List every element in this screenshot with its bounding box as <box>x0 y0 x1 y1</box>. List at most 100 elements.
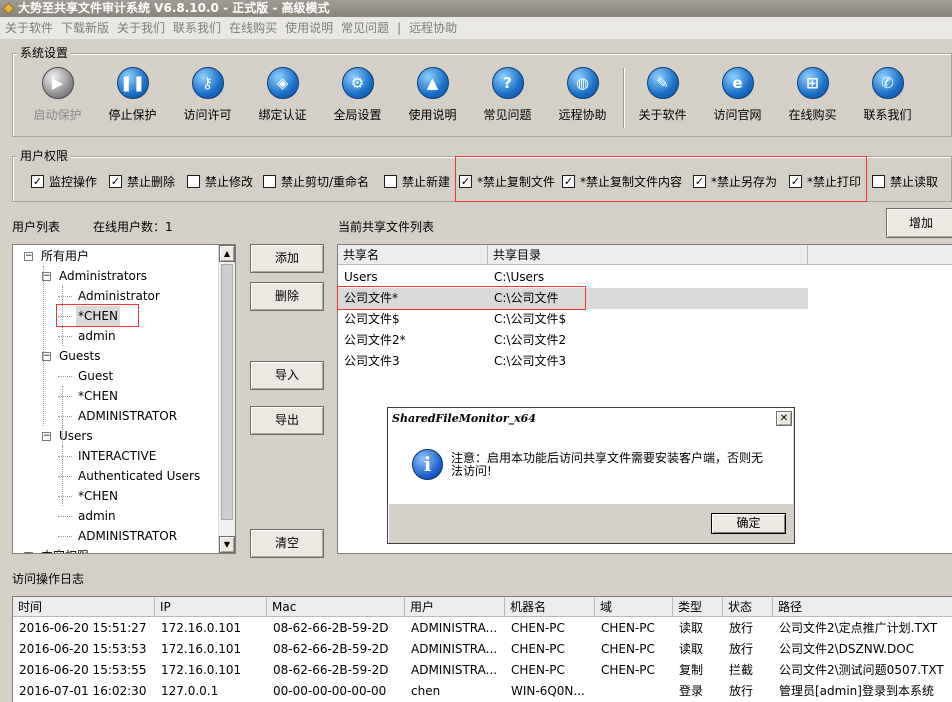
checkbox-permission-5[interactable]: ✓ *禁止复制文件 <box>459 173 555 190</box>
checkbox-box[interactable]: ✓ <box>562 175 575 188</box>
checkbox-permission-2[interactable]: 禁止修改 <box>187 173 253 190</box>
log-cell-ip: 172.16.0.101 <box>161 642 242 656</box>
column-header-log-user[interactable]: 用户 <box>405 597 505 617</box>
tree-connector-line <box>58 536 72 537</box>
column-header-log-status[interactable]: 状态 <box>723 597 773 617</box>
log-cell-type: 读取 <box>679 642 704 656</box>
checkbox-box[interactable] <box>872 175 885 188</box>
tree-node[interactable]: ADMINISTRATOR <box>76 526 179 546</box>
checkbox-box[interactable] <box>263 175 276 188</box>
dialog-ok-button[interactable]: 确定 <box>711 513 786 534</box>
menu-item-buy[interactable]: 在线购买 <box>229 21 277 35</box>
tree-node[interactable]: admin <box>76 326 118 346</box>
checkbox-box[interactable]: ✓ <box>693 175 706 188</box>
tree-node[interactable]: Guests <box>57 346 103 366</box>
tree-connector-line <box>58 396 72 397</box>
tree-node[interactable]: *CHEN <box>76 306 120 326</box>
toolbar-button-pause[interactable]: ❚❚ 停止保护 <box>95 65 170 135</box>
menu-item-manual[interactable]: 使用说明 <box>285 21 333 35</box>
checkbox-box[interactable]: ✓ <box>459 175 472 188</box>
share-path-cell[interactable]: C:\公司文件2 <box>494 330 566 351</box>
tree-node[interactable]: 内容权限 <box>39 546 91 553</box>
menu-item-contact[interactable]: 联系我们 <box>173 21 221 35</box>
column-header-log-time[interactable]: 时间 <box>13 597 155 617</box>
checkbox-permission-6[interactable]: ✓ *禁止复制文件内容 <box>562 173 682 190</box>
dialog-close-icon[interactable]: ✕ <box>776 411 792 426</box>
tree-scrollbar[interactable]: ▲ ▼ <box>218 245 235 553</box>
share-name-cell[interactable]: 公司文件2* <box>344 330 406 351</box>
tree-expander-expand-icon[interactable]: + <box>24 552 33 553</box>
menu-item-download[interactable]: 下载新版 <box>61 21 109 35</box>
share-path-cell[interactable]: C:\公司文件3 <box>494 351 566 372</box>
column-header-log-path[interactable]: 路径 <box>773 597 952 617</box>
checkbox-permission-3[interactable]: 禁止剪切/重命名 <box>263 173 369 190</box>
add-user-button[interactable]: 添加 <box>250 244 324 273</box>
checkbox-box[interactable]: ✓ <box>789 175 802 188</box>
checkbox-permission-9[interactable]: 禁止读取 <box>872 173 938 190</box>
column-header-log-ip[interactable]: IP <box>155 597 267 617</box>
tree-expander-collapse-icon[interactable]: − <box>42 432 51 441</box>
menu-item-about[interactable]: 关于软件 <box>5 21 53 35</box>
share-path-cell[interactable]: C:\公司文件 <box>494 288 558 309</box>
checkbox-permission-0[interactable]: ✓ 监控操作 <box>31 173 97 190</box>
toolbar-button-browser[interactable]: e 访问官网 <box>700 65 775 135</box>
tree-node[interactable]: Guest <box>76 366 115 386</box>
column-header-log-mac[interactable]: Mac <box>267 597 405 617</box>
scrollbar-thumb[interactable] <box>221 264 233 520</box>
tree-node[interactable]: ADMINISTRATOR <box>76 406 179 426</box>
toolbar-button-cart[interactable]: ⊞ 在线购买 <box>775 65 850 135</box>
import-button[interactable]: 导入 <box>250 361 324 390</box>
tree-node[interactable]: INTERACTIVE <box>76 446 158 466</box>
user-tree[interactable]: − 所有用户 − Administrators Administrator *CHEN ad… <box>12 244 236 554</box>
clear-button[interactable]: 清空 <box>250 529 324 558</box>
dialog-title-bar[interactable]: SharedFileMonitor_x64 ✕ <box>389 409 793 429</box>
column-header-share-path[interactable]: 共享目录 <box>488 245 808 265</box>
tree-expander-collapse-icon[interactable]: − <box>24 252 33 261</box>
checkbox-label: *禁止复制文件内容 <box>580 175 683 189</box>
column-header-share-name[interactable]: 共享名 <box>338 245 488 265</box>
toolbar-button-gear[interactable]: ⚙ 全局设置 <box>320 65 395 135</box>
checkbox-permission-4[interactable]: 禁止新建 <box>384 173 450 190</box>
checkbox-permission-1[interactable]: ✓ 禁止删除 <box>109 173 175 190</box>
checkbox-box[interactable]: ✓ <box>109 175 122 188</box>
checkbox-permission-7[interactable]: ✓ *禁止另存为 <box>693 173 777 190</box>
menu-item-about-us[interactable]: 关于我们 <box>117 21 165 35</box>
column-header-log-domain[interactable]: 域 <box>595 597 673 617</box>
delete-user-button[interactable]: 删除 <box>250 282 324 311</box>
toolbar-button-globe[interactable]: ◍ 远程协助 <box>545 65 620 135</box>
checkbox-box[interactable] <box>384 175 397 188</box>
tree-node[interactable]: *CHEN <box>76 486 120 506</box>
toolbar-button-phone[interactable]: ✆ 联系我们 <box>850 65 925 135</box>
tree-node[interactable]: Administrators <box>57 266 149 286</box>
tree-node[interactable]: Administrator <box>76 286 162 306</box>
menu-item-remote-help[interactable]: 远程协助 <box>409 21 457 35</box>
checkbox-permission-8[interactable]: ✓ *禁止打印 <box>789 173 861 190</box>
toolbar-button-shield[interactable]: ◈ 绑定认证 <box>245 65 320 135</box>
share-name-cell[interactable]: Users <box>344 267 378 288</box>
column-header-log-machine[interactable]: 机器名 <box>505 597 595 617</box>
menu-item-faq[interactable]: 常见问题 <box>341 21 389 35</box>
share-name-cell[interactable]: 公司文件$ <box>344 309 400 330</box>
scroll-up-arrow-icon[interactable]: ▲ <box>219 245 235 262</box>
checkbox-label: 禁止读取 <box>890 175 939 189</box>
scroll-down-arrow-icon[interactable]: ▼ <box>219 536 235 553</box>
export-button[interactable]: 导出 <box>250 406 324 435</box>
toolbar-button-question[interactable]: ? 常见问题 <box>470 65 545 135</box>
toolbar-button-key[interactable]: ⚷ 访问许可 <box>170 65 245 135</box>
share-name-cell[interactable]: 公司文件3 <box>344 351 400 372</box>
column-header-log-type[interactable]: 类型 <box>673 597 723 617</box>
tree-node[interactable]: 所有用户 <box>39 246 91 266</box>
share-path-cell[interactable]: C:\Users <box>494 267 544 288</box>
add-share-button[interactable]: 增加 <box>886 208 952 238</box>
share-path-cell[interactable]: C:\公司文件$ <box>494 309 566 330</box>
share-name-cell[interactable]: 公司文件* <box>344 288 398 309</box>
checkbox-box[interactable]: ✓ <box>31 175 44 188</box>
tree-node[interactable]: Authenticated Users <box>76 466 202 486</box>
tree-node[interactable]: *CHEN <box>76 386 120 406</box>
tree-node[interactable]: admin <box>76 506 118 526</box>
toolbar-button-document[interactable]: ✎ 关于软件 <box>625 65 700 135</box>
tree-connector-line <box>58 456 72 457</box>
checkbox-box[interactable] <box>187 175 200 188</box>
toolbar-button-play[interactable]: ▶ 启动保护 <box>20 65 95 135</box>
toolbar-button-graduation-cap[interactable]: ▲ 使用说明 <box>395 65 470 135</box>
